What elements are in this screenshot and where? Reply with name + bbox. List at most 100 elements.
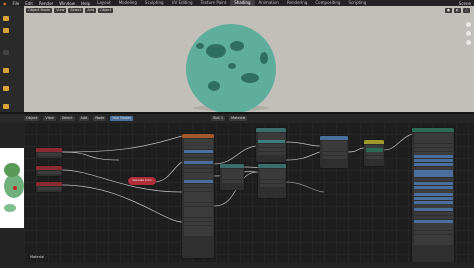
node-field[interactable] <box>183 161 213 165</box>
node-field[interactable] <box>413 136 453 140</box>
node-field[interactable] <box>183 149 213 154</box>
node-field[interactable] <box>183 172 213 176</box>
node-field[interactable] <box>321 148 347 152</box>
node-field[interactable] <box>183 153 213 157</box>
node-field[interactable] <box>183 206 213 210</box>
shading-solid-icon[interactable]: ● <box>444 8 452 13</box>
node-field[interactable] <box>413 174 453 178</box>
node-field[interactable] <box>183 195 213 199</box>
node-field[interactable] <box>259 183 285 187</box>
separate-color-node[interactable]: Separate Color <box>128 177 156 185</box>
node-field[interactable] <box>183 138 213 142</box>
folder-icon[interactable] <box>3 16 9 21</box>
node-field[interactable] <box>413 140 453 144</box>
node-field[interactable] <box>365 144 383 148</box>
node-field[interactable] <box>413 242 453 246</box>
folder-icon[interactable] <box>3 86 9 91</box>
gizmo-pan-icon[interactable] <box>466 31 471 36</box>
node-menu-view[interactable]: View <box>43 115 56 121</box>
node-field[interactable] <box>259 168 285 172</box>
node-field[interactable] <box>413 234 453 238</box>
node-texture[interactable] <box>320 136 348 168</box>
node-field[interactable] <box>413 193 453 197</box>
node-field[interactable] <box>183 225 213 229</box>
viewport-menu-add[interactable]: Add <box>85 8 96 13</box>
node-field[interactable] <box>257 143 285 148</box>
node-field[interactable] <box>37 170 61 174</box>
folder-icon[interactable] <box>3 28 9 33</box>
node-field[interactable] <box>365 155 383 160</box>
node-field[interactable] <box>321 155 347 159</box>
node-editor-canvas[interactable]: Separate Color Material <box>24 122 474 262</box>
node-field[interactable] <box>321 151 347 156</box>
node-field[interactable] <box>413 212 453 216</box>
node-attribute-3[interactable] <box>36 182 62 192</box>
node-menu-add[interactable]: Add <box>78 115 90 121</box>
node-field[interactable] <box>413 151 453 155</box>
node-field[interactable] <box>257 147 285 151</box>
node-attribute-1[interactable] <box>36 148 62 158</box>
node-field[interactable] <box>413 143 453 148</box>
node-principled-bsdf[interactable] <box>412 128 454 262</box>
node-field[interactable] <box>183 199 213 203</box>
node-field[interactable] <box>183 157 213 161</box>
node-field[interactable] <box>413 200 453 204</box>
menu-file[interactable]: File <box>10 1 23 6</box>
node-field[interactable] <box>257 132 285 136</box>
node-field[interactable] <box>413 196 453 201</box>
node-field[interactable] <box>413 155 453 159</box>
node-field[interactable] <box>183 191 213 195</box>
node-field[interactable] <box>259 176 285 180</box>
node-field[interactable] <box>183 202 213 207</box>
node-field[interactable] <box>413 204 453 208</box>
node-menu-select[interactable]: Select <box>59 115 75 121</box>
node-field[interactable] <box>413 208 453 212</box>
node-field[interactable] <box>221 168 243 172</box>
node-field[interactable] <box>413 147 453 151</box>
node-field[interactable] <box>413 215 453 219</box>
node-field[interactable] <box>183 221 213 225</box>
scene-selector[interactable]: Scene <box>456 1 474 6</box>
node-field[interactable] <box>259 172 285 176</box>
shading-rendered-icon[interactable]: ○ <box>462 8 470 13</box>
node-field[interactable] <box>413 181 453 185</box>
node-color-ramp[interactable] <box>256 128 286 162</box>
folder-icon[interactable] <box>3 104 9 109</box>
node-field[interactable] <box>183 183 213 188</box>
node-field[interactable] <box>365 152 383 156</box>
node-field[interactable] <box>37 152 61 156</box>
node-field[interactable] <box>413 230 453 235</box>
node-field[interactable] <box>413 238 453 242</box>
shading-material-icon[interactable]: ◐ <box>453 8 461 13</box>
image-editor-panel[interactable] <box>0 122 24 262</box>
node-field[interactable] <box>183 142 213 146</box>
node-field[interactable] <box>183 176 213 180</box>
node-field[interactable] <box>183 165 213 169</box>
node-field[interactable] <box>413 185 453 189</box>
node-field[interactable] <box>183 218 213 222</box>
node-field[interactable] <box>221 176 243 180</box>
node-field[interactable] <box>413 189 453 193</box>
node-menu-node[interactable]: Node <box>93 115 107 121</box>
viewport-menu-select[interactable]: Select <box>68 8 84 13</box>
node-field[interactable] <box>183 187 213 191</box>
node-field[interactable] <box>413 223 453 227</box>
node-field[interactable] <box>257 140 285 144</box>
node-field[interactable] <box>365 148 383 152</box>
gizmo-camera-icon[interactable] <box>466 40 471 45</box>
node-field[interactable] <box>257 151 285 155</box>
node-field[interactable] <box>413 170 453 174</box>
3d-viewport[interactable]: Object Mode View Select Add Object ● ◐ ○ <box>24 6 474 112</box>
node-field[interactable] <box>183 229 213 233</box>
node-field[interactable] <box>183 214 213 218</box>
node-field[interactable] <box>37 186 61 190</box>
viewport-menu-object[interactable]: Object <box>97 8 114 13</box>
viewport-menu-view[interactable]: View <box>54 8 67 13</box>
node-menu-object[interactable]: Object <box>24 115 40 121</box>
mode-selector[interactable]: Object Mode <box>26 8 53 13</box>
node-field[interactable] <box>413 166 453 170</box>
node-field[interactable] <box>221 172 243 176</box>
node-field[interactable] <box>221 179 243 184</box>
menu-help[interactable]: Help <box>78 1 93 6</box>
node-field[interactable] <box>183 180 213 184</box>
